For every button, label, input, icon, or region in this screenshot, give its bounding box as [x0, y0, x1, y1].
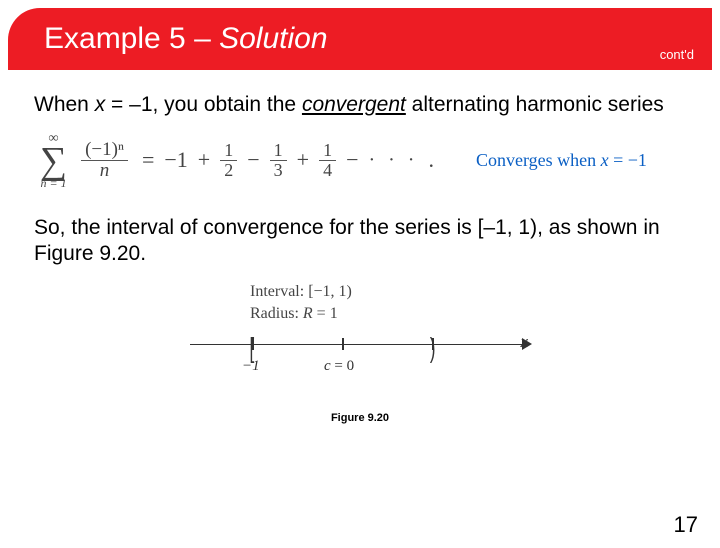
text: When	[34, 93, 95, 116]
radius-prefix: Radius:	[250, 305, 303, 322]
var-x: x	[95, 93, 106, 116]
num: 1	[270, 141, 287, 161]
paren-right-icon: )	[430, 332, 436, 364]
ellipsis: · · ·	[368, 149, 418, 172]
radius-var: R	[303, 305, 313, 322]
equals: =	[142, 147, 154, 173]
plus: +	[297, 147, 309, 173]
term-third: 1 3	[270, 141, 287, 180]
general-term-fraction: (−1)ⁿ n	[81, 140, 128, 181]
minus: −	[346, 147, 358, 173]
sigma-symbol: ∞ ∑ n = 1	[40, 132, 67, 188]
radius-label: Radius: R = 1	[250, 303, 530, 325]
title-italic: Solution	[219, 22, 327, 55]
den: 2	[220, 161, 237, 180]
slide-title: Example 5 – Solution	[44, 22, 328, 56]
figure-9-20: Interval: [−1, 1) Radius: R = 1 [ ) −1 c…	[190, 281, 530, 424]
radius-suffix: = 1	[313, 305, 338, 322]
text: alternating harmonic series	[406, 93, 664, 116]
slide-header: Example 5 – Solution cont'd	[8, 8, 712, 70]
center-var: c	[324, 358, 331, 374]
axis-line	[190, 344, 530, 345]
number-line: [ ) −1 c = 0 x	[190, 330, 530, 390]
plus: +	[198, 147, 210, 173]
note-eq: = −1	[609, 150, 647, 170]
note-var: x	[601, 150, 609, 170]
tick-center	[342, 338, 344, 350]
period: .	[428, 147, 434, 173]
center-eq: = 0	[331, 358, 354, 374]
term-quarter: 1 4	[319, 141, 336, 180]
slide-content: When x = –1, you obtain the convergent a…	[0, 70, 720, 424]
sigma-glyph: ∑	[40, 146, 67, 176]
num: 1	[220, 141, 237, 161]
title-prefix: Example 5 –	[44, 22, 219, 55]
minus: −	[247, 147, 259, 173]
intro-paragraph: When x = –1, you obtain the convergent a…	[34, 92, 686, 118]
page-number: 17	[674, 512, 698, 538]
text: = –1, you obtain the	[105, 93, 302, 116]
fraction-denominator: n	[96, 161, 114, 181]
continued-label: cont'd	[660, 47, 694, 62]
axis-x-label: x	[520, 332, 528, 352]
term-half: 1 2	[220, 141, 237, 180]
fraction-numerator: (−1)ⁿ	[81, 140, 128, 161]
figure-caption: Figure 9.20	[190, 412, 530, 424]
interval-label: Interval: [−1, 1)	[250, 281, 530, 303]
tick-label-left: −1	[242, 358, 260, 375]
den: 3	[270, 161, 287, 180]
num: 1	[319, 141, 336, 161]
series-equation: ∞ ∑ n = 1 (−1)ⁿ n = −1 + 1 2 − 1 3 + 1 4	[40, 132, 686, 188]
figure-labels: Interval: [−1, 1) Radius: R = 1	[250, 281, 530, 324]
term-neg1: −1	[164, 147, 187, 173]
note-text: Converges when	[476, 150, 601, 170]
conclusion-paragraph: So, the interval of convergence for the …	[34, 215, 686, 268]
convergent-word: convergent	[302, 93, 406, 116]
tick-label-center: c = 0	[324, 358, 354, 375]
convergence-note: Converges when x = −1	[476, 150, 647, 171]
sigma-lower: n = 1	[40, 177, 66, 189]
den: 4	[319, 161, 336, 180]
expansion: = −1 + 1 2 − 1 3 + 1 4 − · · · .	[142, 141, 434, 180]
